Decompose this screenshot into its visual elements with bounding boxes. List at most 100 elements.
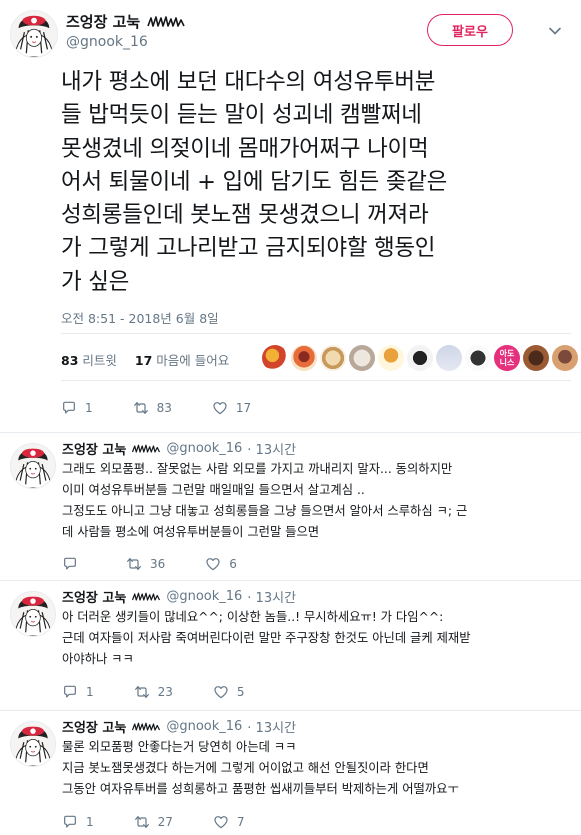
- liker-avatar[interactable]: [378, 345, 404, 371]
- tweet-text-line: 가 싶은: [61, 268, 130, 295]
- reply-header: 즈엉장 고눅 @gnook_16 · 13시간: [62, 717, 296, 736]
- liker-avatar[interactable]: [523, 345, 549, 371]
- reply-text-line: 그동안 여자유투버를 성희롱하고 품평한 씹새끼들부터 박제하는게 어떨까요ㅜ: [62, 782, 459, 796]
- reply-time[interactable]: · 13시간: [247, 587, 296, 606]
- reply-text-line: 그정도도 아니고 그냥 대놓고 성희롱들을 그냥 들으면서 알아서 스루하심 ㅋ…: [62, 504, 468, 518]
- reply-header: 즈엉장 고눅 @gnook_16 · 13시간: [62, 587, 296, 606]
- liker-avatar[interactable]: [552, 345, 578, 371]
- liker-avatar[interactable]: [407, 345, 433, 371]
- scribble-emoji-icon: [131, 443, 161, 455]
- tweet-timestamp[interactable]: 오전 8:51 - 2018년 6월 8일: [61, 308, 219, 327]
- reply-text-line: 이미 여성유투버분들 그런말 매일매일 들으면서 살고계심 ..: [62, 483, 365, 497]
- chevron-down-icon[interactable]: [548, 24, 562, 38]
- retweet-count: 23: [157, 685, 173, 699]
- retweet-icon: [134, 814, 150, 830]
- stats-divider-bottom: [61, 380, 571, 381]
- reply-count: 1: [86, 685, 94, 699]
- reply-time[interactable]: · 13시간: [247, 439, 296, 458]
- reply-handle[interactable]: @gnook_16: [166, 719, 242, 734]
- reply-tweet[interactable]: 즈엉장 고눅 @gnook_16 · 13시간 그래도 외모품평.. 잘못없는 …: [0, 433, 581, 581]
- reply-text-line: 데 사람들 평소에 여성유투버분들이 그런말 들으면: [62, 525, 320, 539]
- reply-text: 아 더러운 생키들이 많네요^^; 이상한 놈들..! 무시하세요ㅠ! 가 다임…: [62, 607, 568, 670]
- reply-action[interactable]: 1: [62, 684, 94, 700]
- reply-author-name[interactable]: 즈엉장 고눅: [62, 717, 126, 736]
- liker-avatar[interactable]: [349, 345, 375, 371]
- retweet-icon: [126, 556, 142, 572]
- retweet-count: 83: [156, 401, 172, 415]
- liker-avatar[interactable]: [436, 345, 462, 371]
- reply-text: 물론 외모품평 안좋다는거 당연히 아는데 ㅋㅋ 지금 봇노잼못생겼다 하는거에…: [62, 737, 568, 800]
- reply-handle[interactable]: @gnook_16: [166, 589, 242, 604]
- reply-author-name[interactable]: 즈엉장 고눅: [62, 439, 126, 458]
- heart-icon: [213, 684, 229, 700]
- liker-avatar[interactable]: [320, 345, 346, 371]
- reply-actions: 1 27 7: [62, 814, 283, 830]
- reply-handle[interactable]: @gnook_16: [166, 441, 242, 456]
- scribble-emoji-icon: [146, 14, 186, 30]
- author-name[interactable]: 즈엉장 고눅: [66, 11, 140, 32]
- reply-count: 1: [86, 815, 94, 829]
- reply-avatar[interactable]: [10, 443, 56, 489]
- main-tweet: 즈엉장 고눅 @gnook_16 팔로우 내가 평소에 보던 대다수의 여성유투…: [0, 0, 581, 433]
- author-avatar[interactable]: [10, 10, 58, 58]
- reply-icon: [62, 684, 78, 700]
- like-count: 6: [229, 557, 237, 571]
- like-action[interactable]: 5: [213, 684, 245, 700]
- retweet-stat[interactable]: 83 리트윗: [61, 350, 117, 369]
- reply-action[interactable]: 1: [62, 814, 94, 830]
- reply-icon: [62, 556, 78, 572]
- scribble-emoji-icon: [131, 591, 161, 603]
- retweet-action[interactable]: 27: [134, 814, 173, 830]
- reply-avatar[interactable]: [10, 721, 56, 767]
- reply-header: 즈엉장 고눅 @gnook_16 · 13시간: [62, 439, 296, 458]
- reply-text-line: 아야하나 ㅋㅋ: [62, 652, 134, 666]
- tweet-text-line: 들 밥먹듯이 듣는 말이 성괴네 캠빨쩌네: [61, 102, 422, 129]
- reply-icon: [62, 814, 78, 830]
- reply-count: 1: [85, 401, 93, 415]
- stats-divider-top: [61, 333, 571, 334]
- tweet-text-line: 못생겼네 의젖이네 몸매가어쩌구 나이먹: [61, 135, 429, 162]
- retweet-action[interactable]: 83: [133, 400, 172, 416]
- retweet-count: 27: [157, 815, 173, 829]
- retweet-action[interactable]: 23: [134, 684, 173, 700]
- liker-avatar[interactable]: [291, 345, 317, 371]
- author-name-row: 즈엉장 고눅: [66, 11, 186, 32]
- reply-time[interactable]: · 13시간: [247, 717, 296, 736]
- like-count: 17: [235, 401, 252, 415]
- retweet-icon: [134, 684, 150, 700]
- like-action[interactable]: 17: [212, 400, 251, 416]
- retweet-icon: [133, 400, 149, 416]
- reply-text-line: 아 더러운 생키들이 많네요^^; 이상한 놈들..! 무시하세요ㅠ! 가 다임…: [62, 610, 444, 624]
- reply-text-line: 물론 외모품평 안좋다는거 당연히 아는데 ㅋㅋ: [62, 740, 297, 754]
- reply-action[interactable]: [62, 556, 86, 572]
- reply-action[interactable]: 1: [61, 400, 93, 416]
- reply-actions: 36 6: [62, 556, 275, 572]
- tweet-text-line: 성희롱들인데 봇노잼 못생겼으니 꺼져라: [61, 202, 429, 229]
- like-action[interactable]: 6: [205, 556, 237, 572]
- like-count: 5: [236, 685, 245, 699]
- liker-avatar[interactable]: 아도 니스: [494, 345, 520, 371]
- author-handle[interactable]: @gnook_16: [66, 34, 148, 50]
- like-action[interactable]: 7: [213, 814, 245, 830]
- scribble-emoji-icon: [131, 721, 161, 733]
- heart-icon: [212, 400, 228, 416]
- reply-avatar[interactable]: [10, 591, 56, 637]
- tweet-stats: 83 리트윗 17 마음에 들어요: [61, 350, 229, 369]
- retweet-count: 36: [150, 557, 166, 571]
- reply-tweet[interactable]: 즈엉장 고눅 @gnook_16 · 13시간 물론 외모품평 안좋다는거 당연…: [0, 711, 581, 835]
- retweet-action[interactable]: 36: [126, 556, 165, 572]
- like-count: 7: [236, 815, 245, 829]
- reply-actions: 1 23 5: [62, 684, 283, 700]
- liker-avatar[interactable]: [262, 345, 288, 371]
- tweet-text-line: 어서 퇴물이네 + 입에 담기도 힘든 좆같은: [61, 168, 448, 195]
- follow-button[interactable]: 팔로우: [427, 14, 513, 46]
- tweet-text-line: 가 그렇게 고나리받고 금지되야할 행동인: [61, 235, 436, 262]
- heart-icon: [213, 814, 229, 830]
- tweet-text: 내가 평소에 보던 대다수의 여성유투버분 들 밥먹듯이 듣는 말이 성괴네 캠…: [61, 66, 571, 299]
- liker-avatar[interactable]: [465, 345, 491, 371]
- reply-text-line: 그래도 외모품평.. 잘못없는 사람 외모를 가지고 까내리지 말자... 동의…: [62, 462, 453, 476]
- liker-avatars: 아도 니스: [262, 345, 578, 371]
- reply-tweet[interactable]: 즈엉장 고눅 @gnook_16 · 13시간 아 더러운 생키들이 많네요^^…: [0, 581, 581, 711]
- like-stat[interactable]: 17 마음에 들어요: [135, 350, 229, 369]
- reply-author-name[interactable]: 즈엉장 고눅: [62, 587, 126, 606]
